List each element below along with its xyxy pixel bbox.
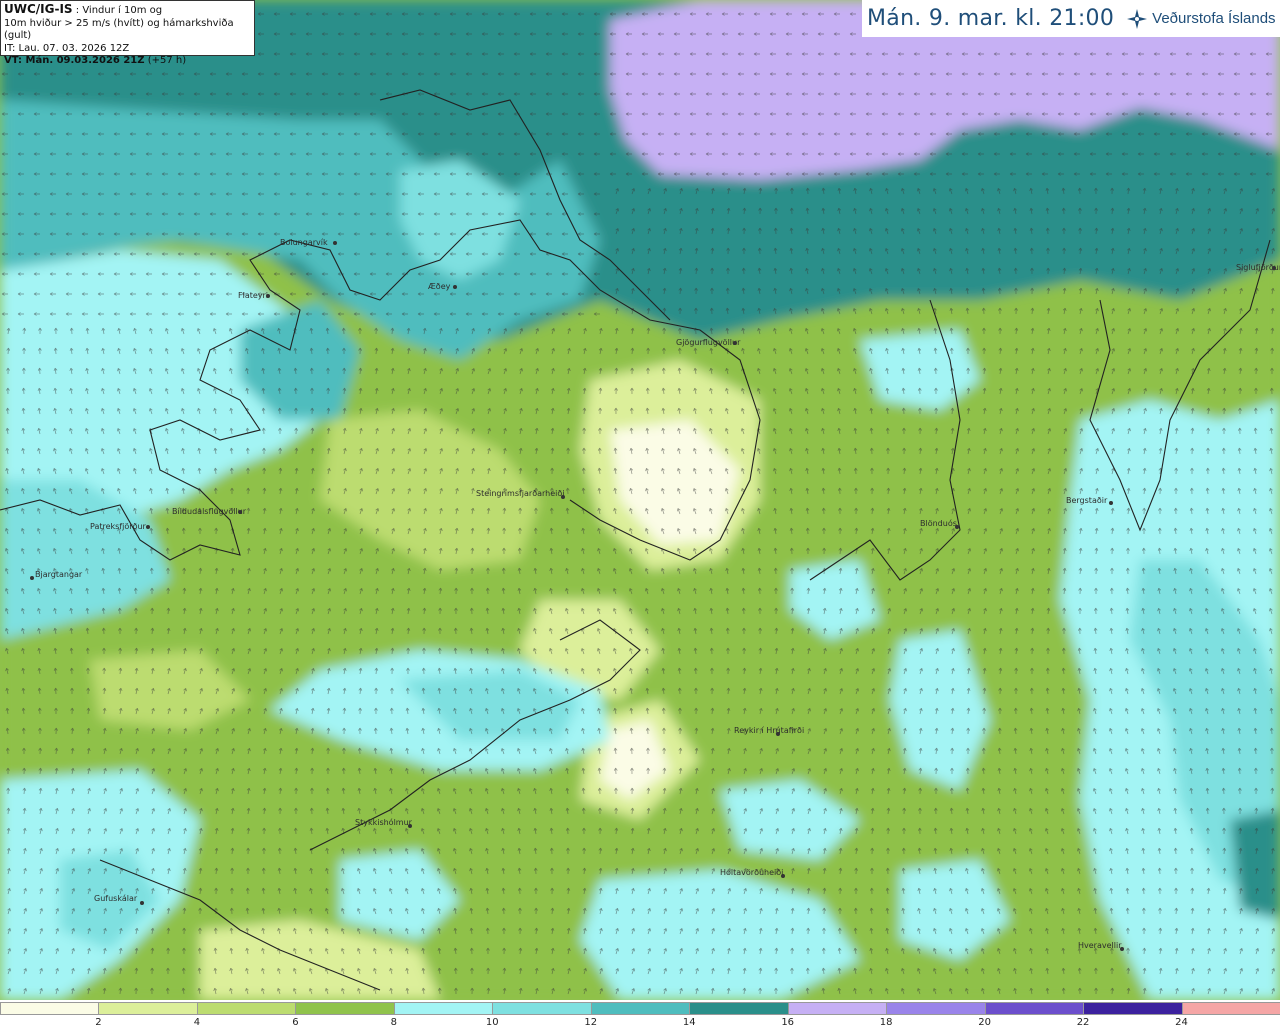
legend-swatch	[689, 1002, 789, 1015]
place-marker	[1120, 947, 1124, 951]
place-label: Bíldudalsflugvöllur	[172, 507, 247, 516]
legend-tick-label: 22	[1076, 1017, 1090, 1028]
legend-swatch	[787, 1002, 888, 1015]
place-marker	[146, 525, 150, 529]
model-name: UWC/IG-IS	[4, 2, 73, 16]
place-label: Steingrímsfjarðarheiði	[476, 489, 565, 498]
place-label: Stykkishólmur	[355, 818, 412, 827]
header-box: Mán. 9. mar. kl. 21:00 Veðurstofa Ísland…	[862, 0, 1280, 37]
legend-swatch	[295, 1002, 395, 1015]
legend-swatch	[98, 1002, 198, 1015]
place-marker	[1272, 266, 1276, 270]
place-label: Hveravellir	[1078, 941, 1122, 950]
place-marker	[333, 241, 337, 245]
legend-swatch	[984, 1002, 1085, 1015]
place-label: Blönduós	[920, 519, 957, 528]
place-label: Reykir í Hrútafirði	[734, 726, 805, 735]
place-marker	[453, 285, 457, 289]
legend-tick-label: 8	[390, 1017, 398, 1028]
info-line1: : Vindur í 10m og	[75, 5, 163, 16]
color-legend: 2 4 6 8 10 12 14 16 18 20 22 24	[0, 1000, 1280, 1030]
legend-tick-label: 20	[978, 1017, 991, 1028]
place-marker	[1109, 501, 1113, 505]
place-label: Bergstaðir	[1066, 496, 1108, 505]
place-marker	[140, 901, 144, 905]
legend-tick-label: 16	[781, 1017, 795, 1028]
legend-swatch	[590, 1002, 691, 1015]
place-label: Flateyri	[238, 291, 269, 300]
legend-tick-label: 18	[879, 1017, 893, 1028]
info-line2: 10m hviður > 25 m/s (hvítt) og hámarkshv…	[4, 17, 234, 42]
forecast-info-box: UWC/IG-IS : Vindur í 10m og 10m hviður >…	[0, 0, 255, 66]
legend-tick-label: 14	[682, 1017, 696, 1028]
forecast-time-title: Mán. 9. mar. kl. 21:00	[867, 6, 1115, 31]
legend-swatch	[1083, 1002, 1183, 1015]
compass-star-icon	[1127, 8, 1148, 29]
place-marker	[561, 495, 565, 499]
legend-tick-label: 4	[193, 1017, 201, 1028]
legend-swatch	[886, 1002, 986, 1015]
vedurstofa-logo: Veðurstofa Íslands	[1126, 8, 1276, 30]
place-marker	[955, 525, 959, 529]
legend-swatch	[1181, 1002, 1280, 1015]
valid-time: VT: Mán. 09.03.2026 21Z	[4, 55, 145, 66]
place-marker	[781, 874, 785, 878]
place-label: Gjögurflugvöllur	[676, 338, 741, 347]
place-marker	[238, 510, 242, 514]
place-marker	[408, 824, 412, 828]
legend-tick-label: 6	[292, 1017, 299, 1028]
legend-tick-label: 10	[485, 1017, 499, 1028]
legend-swatch	[492, 1002, 592, 1015]
forecast-hours: (+57 h)	[147, 55, 187, 66]
place-marker	[30, 576, 34, 580]
legend-swatch	[196, 1002, 297, 1015]
legend-tick-label: 12	[584, 1017, 598, 1028]
place-label: Bolungarvík	[280, 238, 328, 247]
info-line3: IT: Lau. 07. 03. 2026 12Z	[4, 42, 130, 54]
place-marker	[733, 341, 737, 345]
place-label: Holtavörðuheiði	[720, 868, 784, 877]
legend-tick-label: 2	[95, 1017, 102, 1028]
legend-tick-label: 24	[1175, 1017, 1188, 1028]
logo-text: Veðurstofa Íslands	[1152, 10, 1276, 27]
legend-swatch	[393, 1002, 494, 1015]
place-marker	[266, 294, 270, 298]
place-label: Gufuskálar	[94, 894, 138, 903]
place-label: Patreksfjörður	[90, 522, 146, 531]
place-label: Bjargtangar	[35, 570, 83, 579]
place-label: Æðey	[428, 282, 451, 291]
place-marker	[776, 732, 780, 736]
legend-swatch	[0, 1002, 100, 1015]
